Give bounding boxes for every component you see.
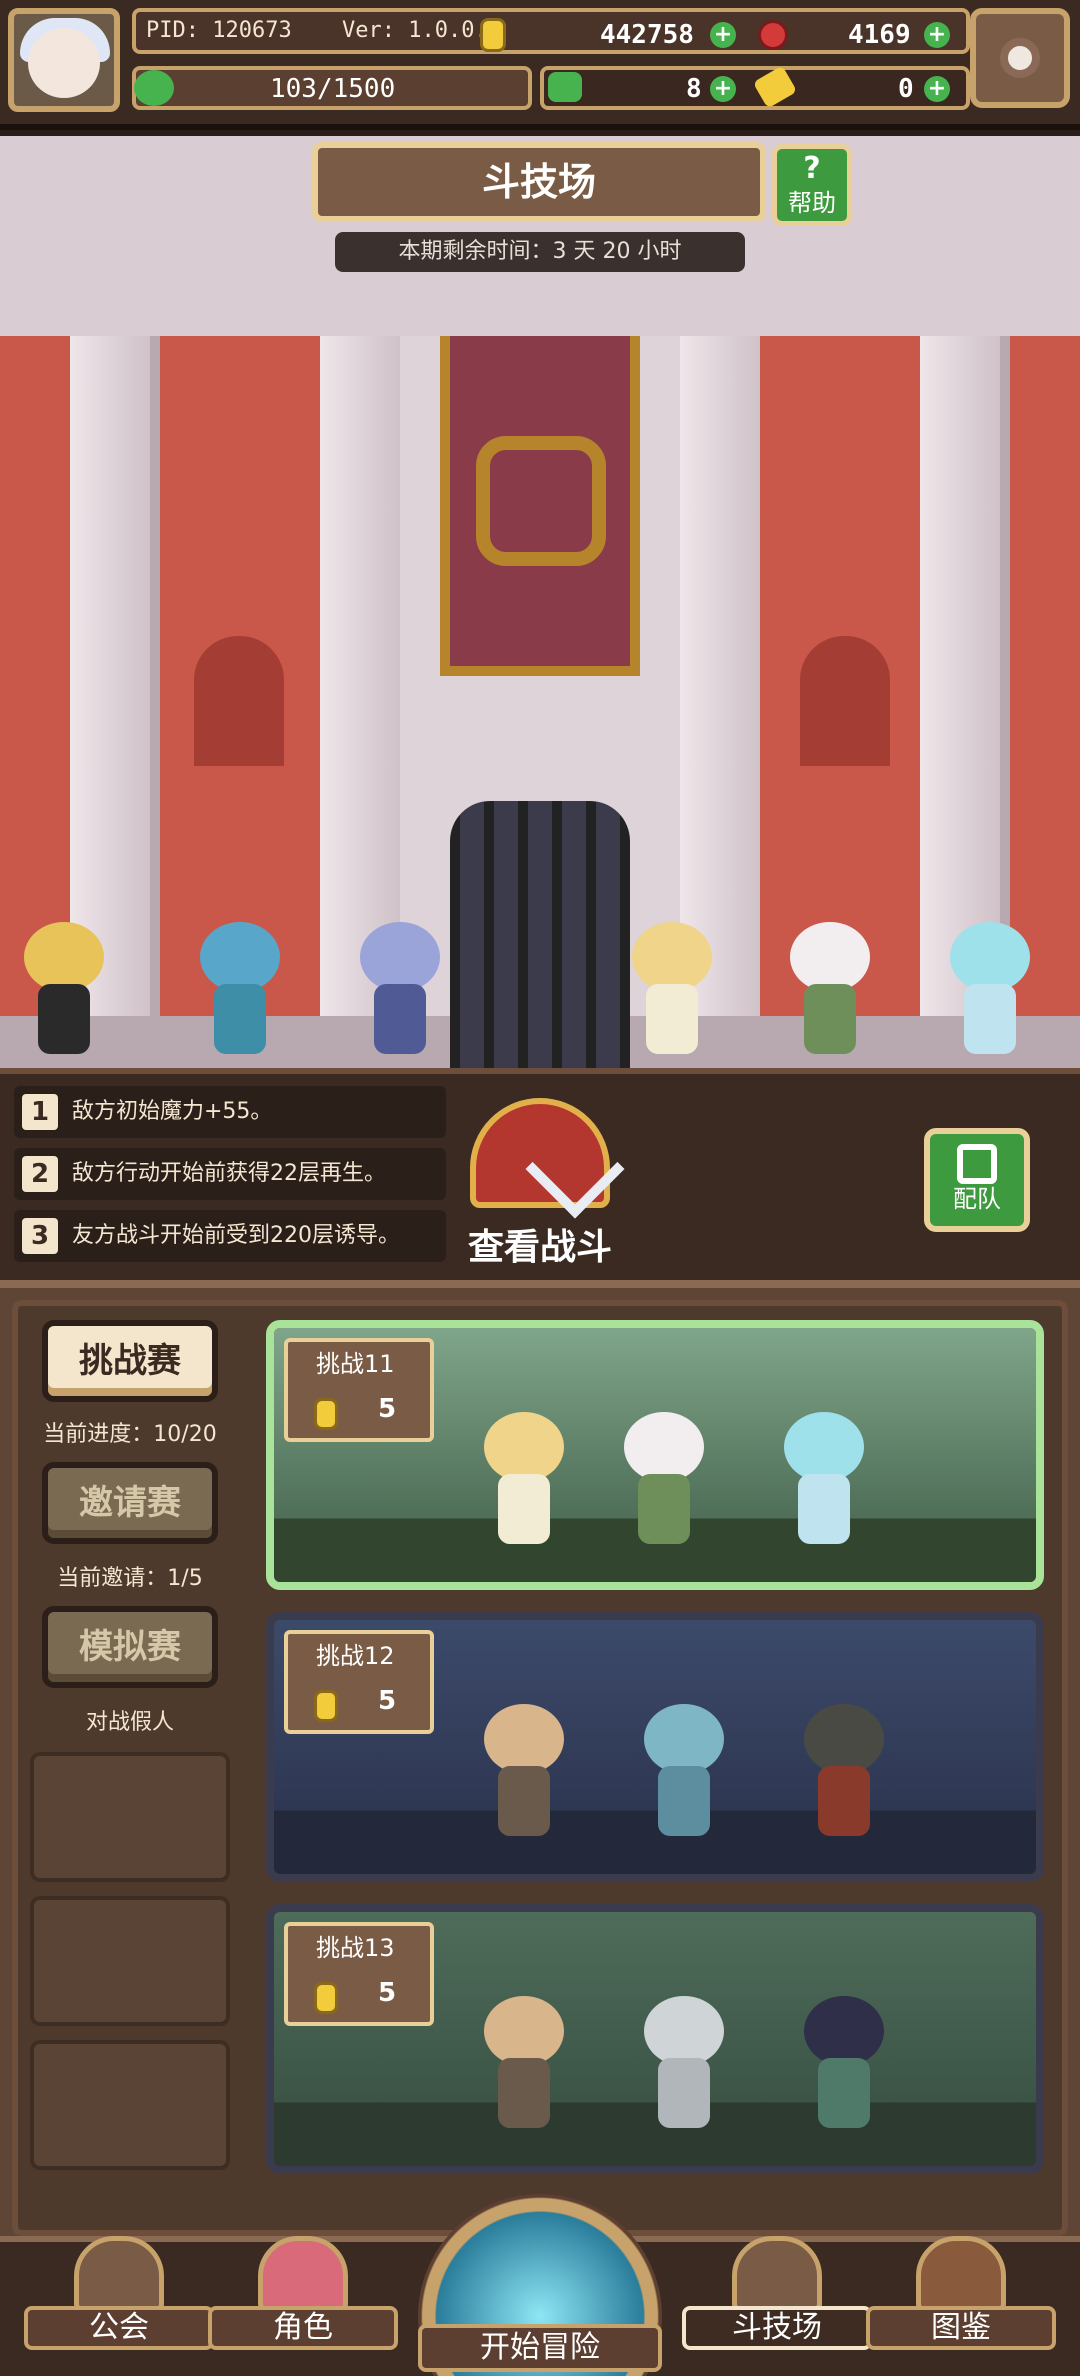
nav-codex[interactable]: 图鉴 — [866, 2236, 1056, 2354]
empty-slot — [30, 1896, 230, 2026]
nav-guild[interactable]: 公会 — [24, 2236, 214, 2354]
question-icon: ? — [803, 151, 821, 186]
opponent-character — [464, 1986, 584, 2136]
tab-simulate[interactable]: 模拟赛 — [42, 1606, 218, 1688]
guild-hall-icon — [74, 2236, 164, 2312]
start-adventure-button[interactable]: 开始冒险 — [418, 2194, 662, 2376]
ally-character-mushroom-mage — [180, 912, 300, 1062]
empty-slot — [30, 1752, 230, 1882]
coin-icon — [314, 1690, 338, 1722]
season-timer: 本期剩余时间：3 天 20 小时 — [335, 232, 745, 272]
coin-icon — [314, 1398, 338, 1430]
enemy-character-blonde-fairy — [612, 912, 732, 1062]
opponent-character — [624, 1986, 744, 2136]
arena-gate — [450, 801, 630, 1068]
page-title: 斗技场 — [481, 160, 596, 204]
opponent-character — [784, 1986, 904, 2136]
modifier-1: 1 敌方初始魔力+55。 — [14, 1086, 446, 1138]
opponent-character — [464, 1402, 584, 1552]
team-label: 配队 — [953, 1185, 1001, 1213]
clover-icon — [134, 70, 174, 106]
arena-title-plate: 斗技场 — [312, 142, 766, 222]
settings-button[interactable] — [970, 8, 1070, 108]
modifier-text: 敌方行动开始前获得22层再生。 — [72, 1161, 386, 1186]
tab-invite[interactable]: 邀请赛 — [42, 1462, 218, 1544]
challenge-tag: 挑战11 5 — [284, 1338, 434, 1442]
add-tickets-icon[interactable]: + — [924, 76, 950, 102]
nav-roles[interactable]: 角色 — [208, 2236, 398, 2354]
challenge-progress: 当前进度：10/20 — [43, 1422, 217, 1447]
simulate-desc: 对战假人 — [85, 1710, 174, 1735]
challenge-card-12[interactable]: 挑战12 5 — [266, 1612, 1044, 1882]
sword-niche-right — [800, 636, 890, 766]
invite-progress: 当前邀请：1/5 — [57, 1566, 203, 1591]
opponent-character — [784, 1694, 904, 1844]
modifier-text: 友方战斗开始前受到220层诱导。 — [72, 1223, 400, 1248]
team-setup-button[interactable]: 配队 — [924, 1128, 1030, 1232]
opponent-character — [624, 1694, 744, 1844]
status-bar: PID: 120673 Ver: 1.0.0.1 442758 + 4169 +… — [0, 0, 1080, 130]
coin-icon — [314, 1982, 338, 2014]
view-battle-button[interactable]: 查看战斗 — [440, 1090, 640, 1270]
ticket-count: 0 — [898, 74, 914, 104]
character-icon — [258, 2236, 348, 2312]
challenge-card-13[interactable]: 挑战13 5 — [266, 1904, 1044, 2174]
arena-scene — [0, 136, 1080, 1068]
codex-book-icon — [916, 2236, 1006, 2312]
challenge-card-11[interactable]: 挑战11 5 — [266, 1320, 1044, 1590]
modifier-text: 敌方初始魔力+55。 — [72, 1099, 273, 1124]
ally-character-knight — [340, 912, 460, 1062]
opponent-character — [764, 1402, 884, 1552]
opponent-character — [464, 1694, 584, 1844]
challenge-tag: 挑战13 5 — [284, 1922, 434, 2026]
start-adventure-label: 开始冒险 — [418, 2324, 662, 2372]
add-clovers-icon[interactable]: + — [710, 76, 736, 102]
clover-count: 8 — [686, 74, 702, 104]
gem-count: 4169 — [848, 20, 911, 50]
player-id: PID: 120673 — [146, 18, 292, 43]
add-gems-icon[interactable]: + — [924, 22, 950, 48]
clover-ticket-icon — [548, 72, 582, 102]
empty-slot — [30, 2040, 230, 2170]
nav-arena[interactable]: 斗技场 — [682, 2236, 872, 2354]
team-icon — [957, 1144, 997, 1184]
arena-icon — [732, 2236, 822, 2312]
game-version: Ver: 1.0.0.1 — [342, 18, 501, 43]
opponent-character — [604, 1402, 724, 1552]
modifier-3: 3 友方战斗开始前受到220层诱导。 — [14, 1210, 446, 1262]
tab-challenge[interactable]: 挑战赛 — [42, 1320, 218, 1402]
sword-niche-left — [194, 636, 284, 766]
opponent-team — [464, 1660, 1024, 1850]
help-button[interactable]: ? 帮助 — [772, 144, 852, 226]
enemy-character-winged-girl — [930, 912, 1050, 1062]
opponent-team — [464, 1368, 1024, 1558]
challenge-tag: 挑战12 5 — [284, 1630, 434, 1734]
help-label: 帮助 — [788, 189, 836, 217]
view-battle-label: 查看战斗 — [467, 1227, 612, 1268]
coin-count: 442758 — [600, 20, 694, 50]
arena-banner — [440, 336, 640, 676]
enemy-character-bunny-gunner — [770, 912, 890, 1062]
gear-icon — [1000, 38, 1040, 78]
crossed-swords-icon — [470, 1098, 625, 1219]
add-coins-icon[interactable]: + — [710, 22, 736, 48]
modifier-2: 2 敌方行动开始前获得22层再生。 — [14, 1148, 446, 1200]
stamina-value: 103/1500 — [270, 74, 396, 104]
ally-character-witch — [4, 912, 124, 1062]
player-avatar[interactable] — [8, 8, 120, 112]
coin-icon — [480, 18, 506, 52]
opponent-team — [464, 1952, 1024, 2142]
gem-icon — [758, 20, 788, 50]
